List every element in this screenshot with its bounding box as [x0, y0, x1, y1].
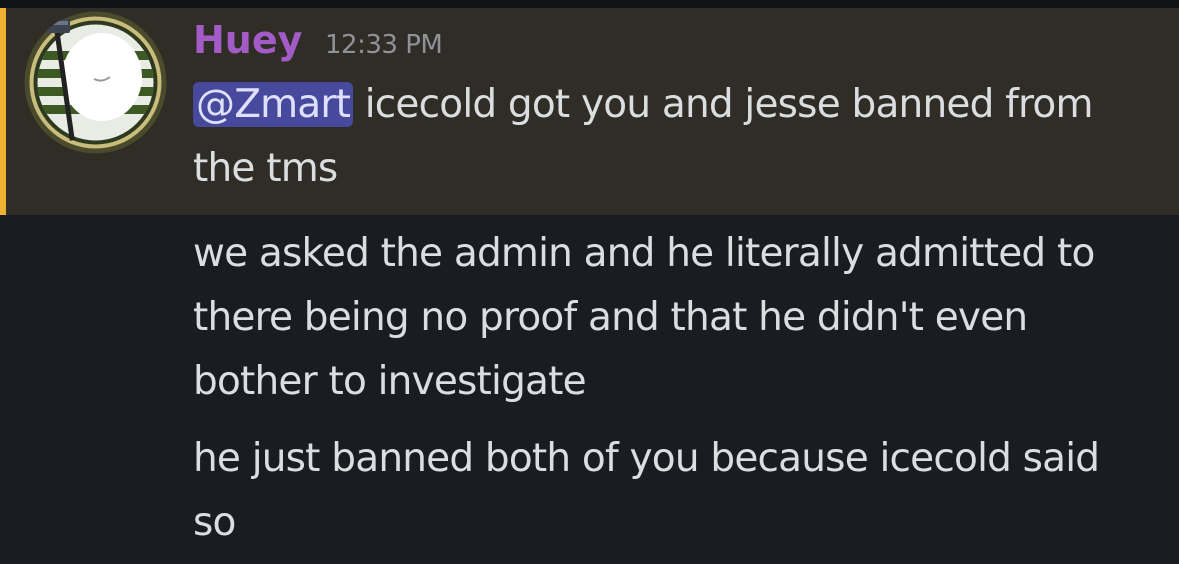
avatar-image — [24, 11, 167, 154]
mention-highlight-bar — [0, 8, 6, 215]
avatar[interactable] — [24, 11, 167, 154]
user-mention[interactable]: @Zmart — [193, 82, 354, 127]
followup-message: we asked the admin and he literally admi… — [193, 231, 1095, 404]
timestamp[interactable]: 12:33 PM — [325, 30, 443, 61]
followup-message: he just banned both of you because iceco… — [193, 436, 1100, 545]
author-name[interactable]: Huey — [193, 18, 302, 64]
message-content: @Zmart icecold got you and jesse banned … — [193, 73, 1153, 201]
top-edge — [0, 0, 1179, 8]
